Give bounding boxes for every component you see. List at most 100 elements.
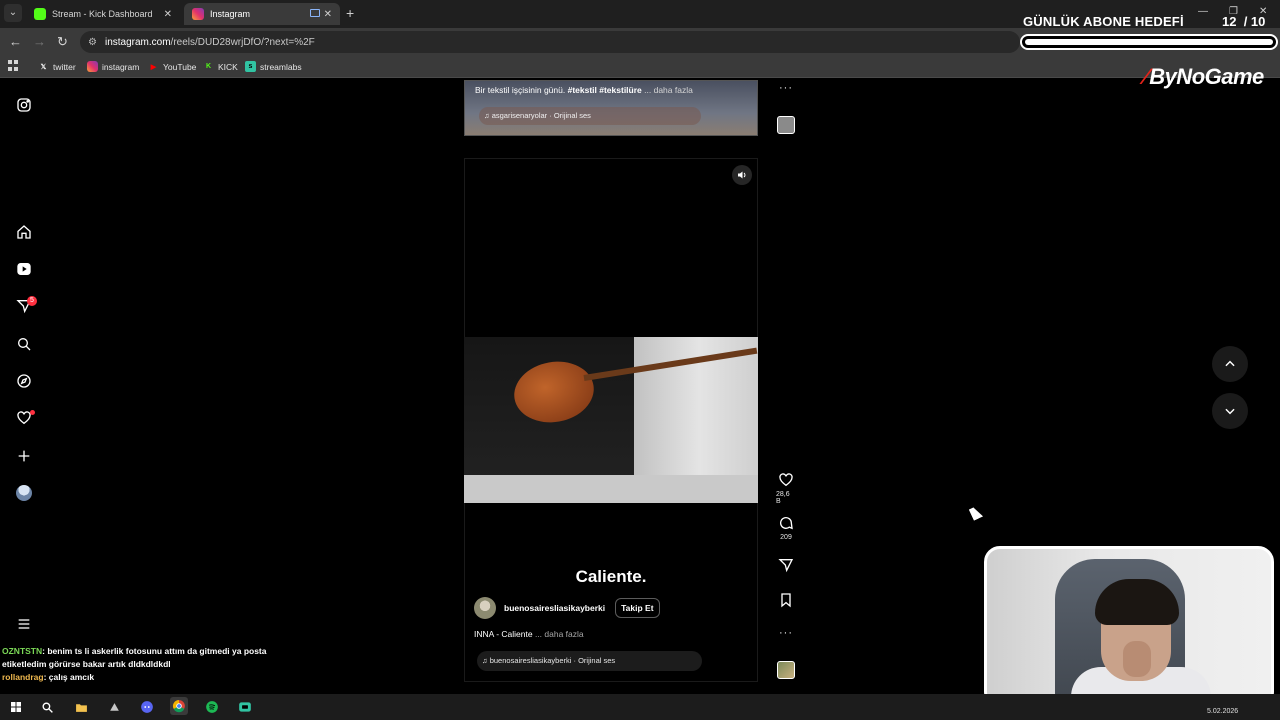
bookmark-label: KICK [218,61,238,72]
comment-count: 209 [780,534,792,541]
previous-reel-audio-thumb[interactable] [777,116,795,134]
close-icon[interactable]: ✕ [324,9,332,20]
apps-grid-icon[interactable] [8,60,19,71]
x-icon: 𝕏 [40,63,47,71]
bookmark-label: streamlabs [260,61,302,72]
next-reel-button[interactable] [1212,393,1248,429]
kick-favicon-icon [34,8,46,20]
reel-audio-link[interactable]: ♫ buenosairesliasikayberki · Orijinal se… [477,651,702,671]
new-tab-button[interactable]: + [346,5,354,21]
tab-instagram[interactable]: Instagram ✕ [184,3,340,25]
video-floor [464,475,758,503]
subscriber-goal-title: GÜNLÜK ABONE HEDEFİ [1023,14,1184,29]
goal-progress-fill [1025,39,1273,45]
discord-icon[interactable] [138,698,156,716]
bookmark-label: twitter [53,61,76,72]
site-info-icon[interactable]: ⚙ [88,37,97,48]
instagram-icon [87,61,98,72]
bookmark-twitter[interactable]: 𝕏 twitter [38,61,76,72]
bookmark-label: YouTube [163,61,197,72]
url-path: /reels/DUD28wrjDfO/?next=%2F [170,36,315,48]
mouse-cursor-icon [968,505,984,521]
bookmark-streamlabs[interactable]: s streamlabs [245,61,302,72]
audio-thumb[interactable] [777,661,795,679]
spotify-icon[interactable] [203,698,221,716]
media-playing-icon[interactable] [310,9,320,17]
bookmark-youtube[interactable]: ▶ YouTube [148,61,197,72]
caption-hashtags[interactable]: #tekstil #tekstilüre [568,85,642,95]
comment-button[interactable]: 209 [776,515,796,541]
chat-username: rollandrag [2,672,44,682]
chevron-down-icon [1225,408,1235,415]
address-bar[interactable]: ⚙ instagram.com /reels/DUD28wrjDfO/?next… [80,31,1020,53]
heart-icon [779,473,793,487]
reels-icon[interactable] [14,259,34,279]
webcam-overlay [984,546,1274,708]
instagram-logo-icon[interactable] [14,95,34,115]
see-more-link[interactable]: ... daha fazla [642,85,693,95]
channel-logo: ⁄ByNoGame [1144,64,1264,90]
previous-reel-audio[interactable]: ♫ asgarisenaryolar · Orijinal ses [479,107,701,125]
tab-kick-dashboard[interactable]: Stream - Kick Dashboard ✕ [26,3,180,25]
minimize-icon[interactable]: — [1198,6,1208,17]
streamlabs-icon: s [245,61,256,72]
youtube-icon: ▶ [150,63,157,71]
windows-start-icon[interactable] [7,698,25,716]
bookmark-instagram[interactable]: instagram [87,61,139,72]
comment-icon [780,517,793,530]
home-icon[interactable] [14,222,34,242]
subscriber-goal-progress [1020,34,1278,50]
bookmark-kick[interactable]: K KICK [203,61,238,72]
previous-reel-caption: Bir tekstil işçisinin günü. #tekstil #te… [475,85,693,95]
caption-text: Bir tekstil işçisinin günü. [475,85,568,95]
goal-total: / 10 [1243,14,1266,29]
file-explorer-icon[interactable] [72,698,90,716]
search-icon[interactable] [14,334,34,354]
author-avatar[interactable] [474,597,496,619]
close-icon[interactable]: ✕ [164,9,172,20]
stream-chat-overlay: OZNTSTN: benim ts li askerlik fotosunu a… [2,645,272,684]
instagram-favicon-icon [192,8,204,20]
see-more-link[interactable]: ... daha fazla [533,629,584,639]
forward-arrow-icon[interactable]: → [33,34,46,49]
back-arrow-icon[interactable]: ← [9,34,22,49]
previous-reel-more-icon[interactable]: ··· [779,82,793,94]
previous-reel-button[interactable] [1212,346,1248,382]
follow-button[interactable]: Takip Et [615,598,660,618]
subscriber-goal-count: 12 / 10 [1222,14,1265,29]
app-icon[interactable] [105,698,123,716]
create-plus-icon[interactable] [14,446,34,466]
like-button[interactable]: 28,6 B [776,472,796,505]
more-options-icon[interactable]: ··· [779,627,793,639]
webcam-hand [1123,641,1151,677]
volume-icon[interactable] [732,165,752,185]
chat-text: : benim ts li askerlik fotosunu attım da… [2,646,267,669]
reload-icon[interactable]: ↻ [57,34,68,50]
taskbar-search-icon[interactable] [38,698,56,716]
kick-icon: K [205,63,212,70]
messages-badge: 5 [27,296,37,306]
explore-icon[interactable] [14,371,34,391]
url-host: instagram.com [104,36,171,48]
bookmark-icon [781,593,791,608]
chat-message: rollandrag: çalış amcık [2,671,272,684]
chrome-icon[interactable] [170,697,188,715]
tab-search-button[interactable]: ⌄ [4,4,22,22]
profile-avatar[interactable] [16,485,32,501]
caption-text: INNA - Caliente [474,629,533,639]
share-button[interactable] [776,557,796,573]
tab-label: Stream - Kick Dashboard [52,9,153,19]
notification-dot [30,410,35,415]
previous-reel-card[interactable]: Bir tekstil işçisinin günü. #tekstil #te… [464,80,758,136]
reel-caption: INNA - Caliente ... daha fazla [474,629,584,639]
reel-video-frame[interactable] [464,337,758,503]
save-button[interactable] [776,592,796,608]
like-count: 28,6 B [776,491,790,505]
menu-hamburger-icon[interactable] [14,614,34,634]
streamlabs-taskbar-icon[interactable] [236,698,254,716]
author-username[interactable]: buenosairesliasikayberki [504,603,605,613]
webcam-hair [1095,579,1179,625]
chat-message: OZNTSTN: benim ts li askerlik fotosunu a… [2,645,272,671]
taskbar-date: 5.02.2026 [1207,708,1239,715]
chat-text: : çalış amcık [43,672,95,682]
